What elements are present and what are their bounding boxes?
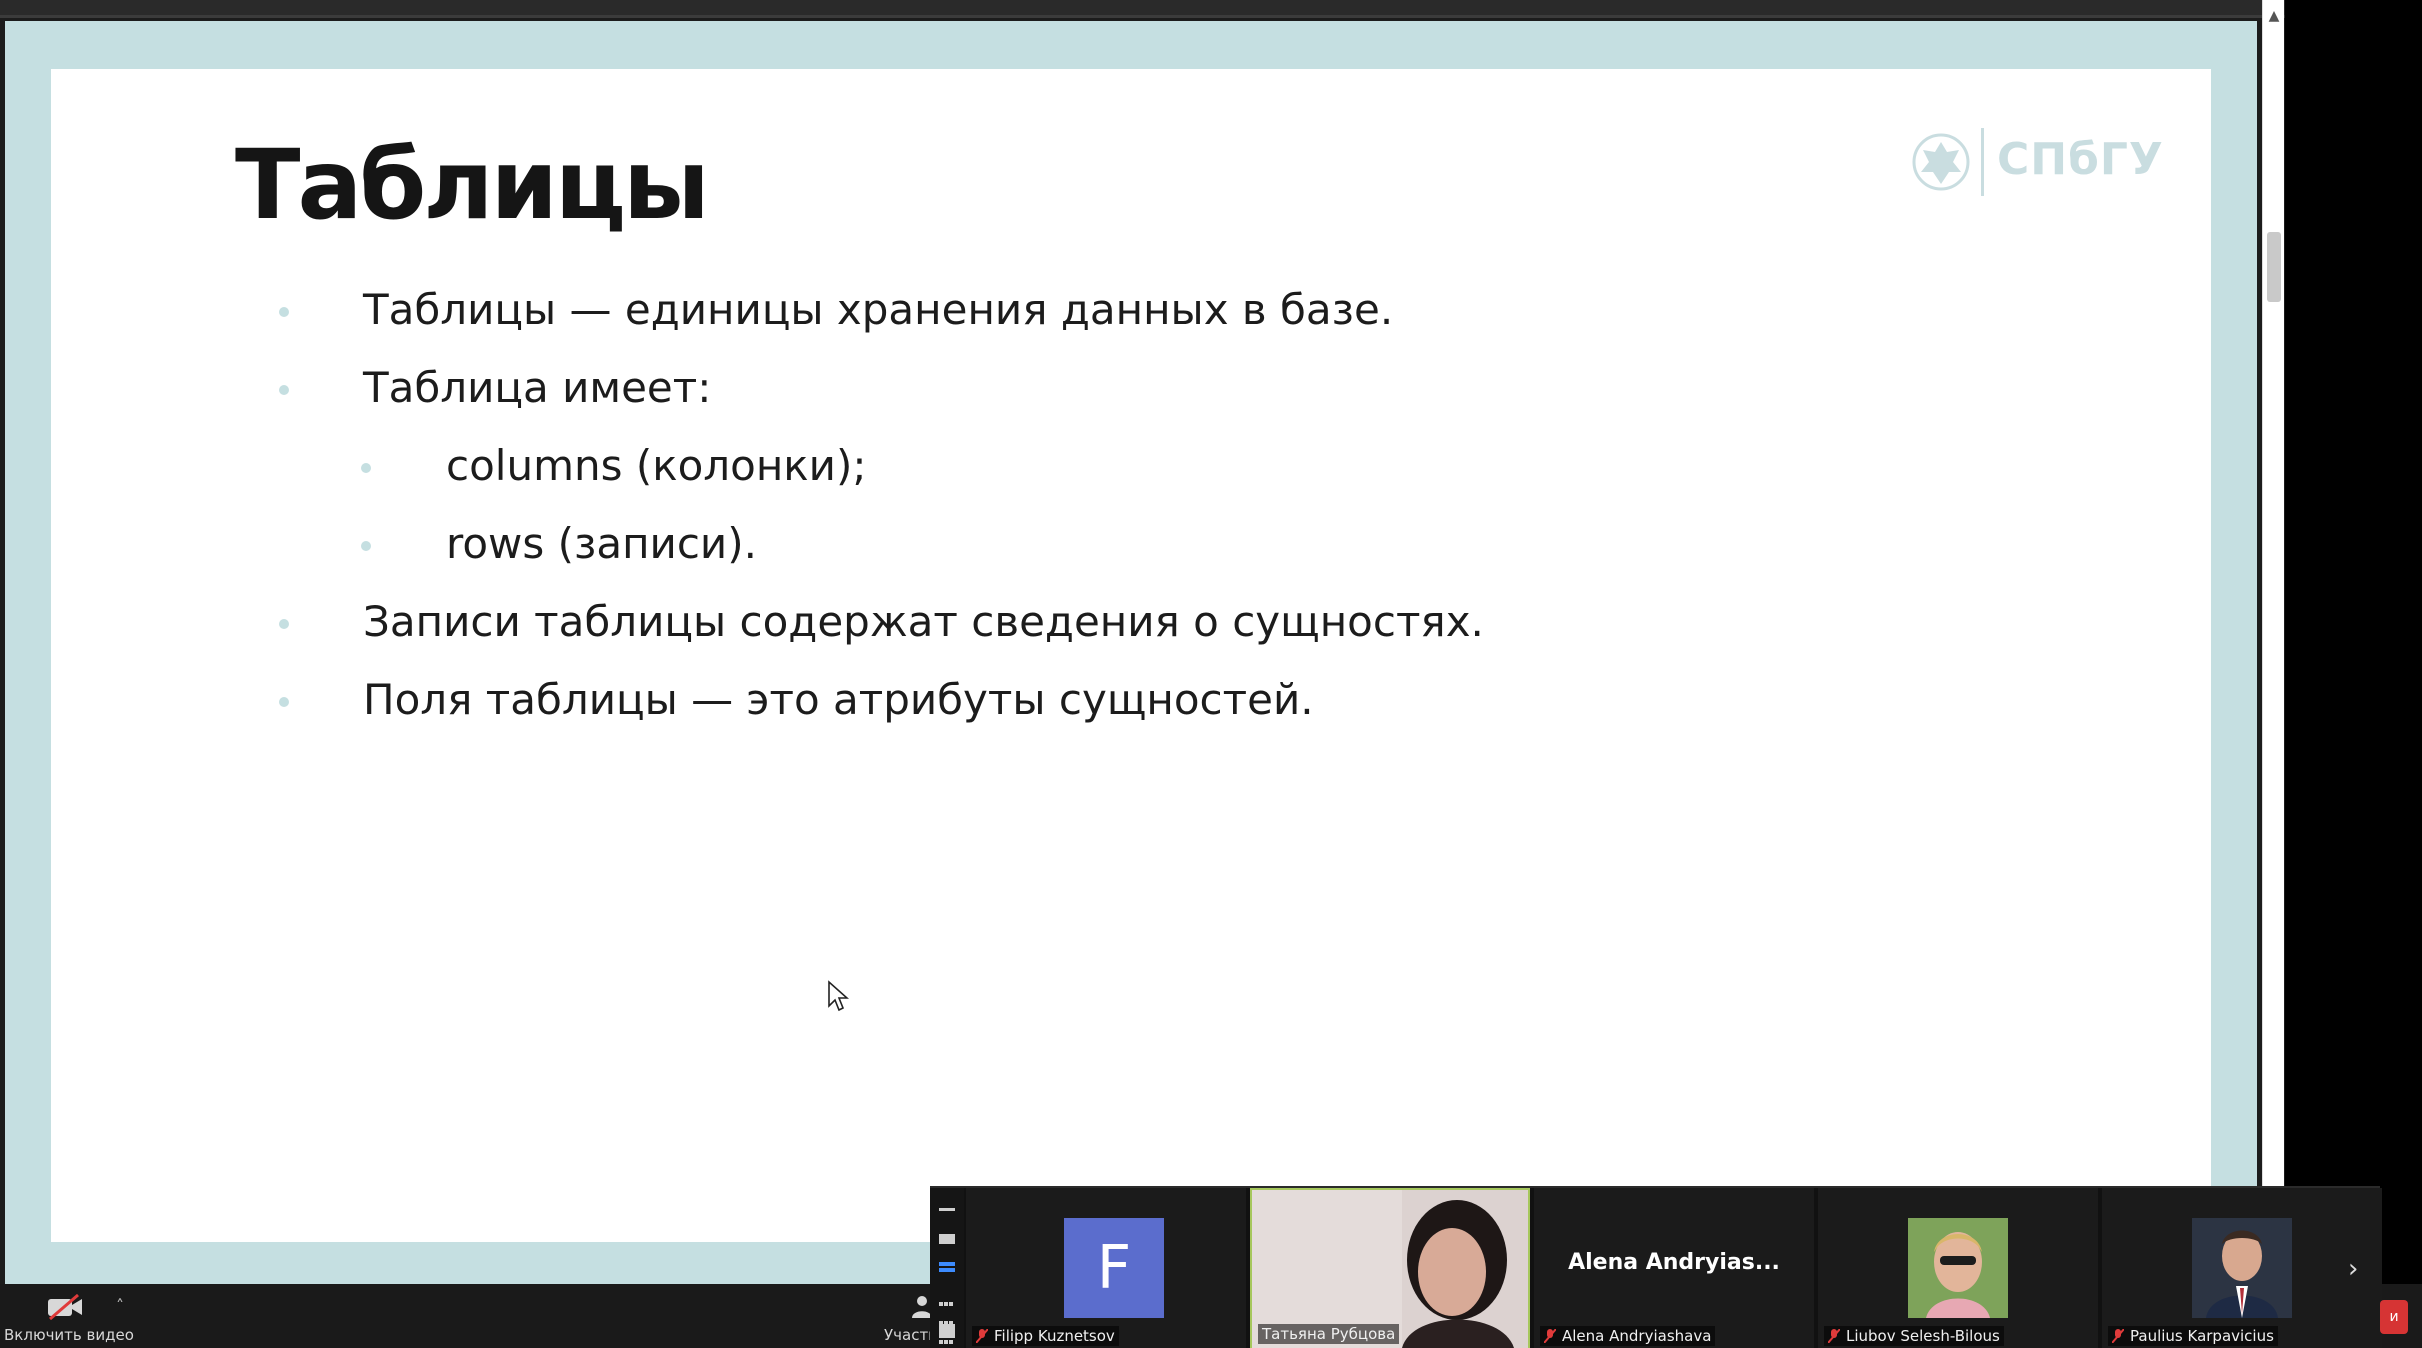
- bullet-text: Поля таблицы — это атрибуты сущностей.: [363, 675, 1314, 724]
- screen-share-area: Таблицы СПбГУ Таблицы — единицы хранения…: [5, 21, 2257, 1284]
- participant-display-name: Alena Andryias...: [1568, 1250, 1780, 1275]
- participant-name: Filipp Kuznetsov: [994, 1327, 1115, 1345]
- participant-name: Татьяна Рубцова: [1262, 1325, 1396, 1343]
- scroll-up-icon[interactable]: ▲: [2263, 6, 2285, 26]
- mic-muted-icon: [2112, 1329, 2124, 1343]
- bullet-text: rows (записи).: [446, 519, 757, 568]
- bullet-dot-icon: [279, 619, 289, 629]
- participant-name-label: Татьяна Рубцова: [1258, 1324, 1400, 1344]
- share-view-icon[interactable]: [939, 1324, 955, 1338]
- participant-photo: [2192, 1218, 2292, 1318]
- eagle-emblem-icon: [1912, 133, 1970, 191]
- top-strip: [0, 0, 2285, 18]
- participant-photo: [1908, 1218, 2008, 1318]
- participant-tile-active-speaker[interactable]: Татьяна Рубцова: [1250, 1188, 1530, 1348]
- participant-name: Alena Andryiashava: [1562, 1327, 1712, 1345]
- logo-separator: [1981, 128, 1984, 196]
- participant-tile[interactable]: F Filipp Kuznetsov: [966, 1188, 1246, 1348]
- minimize-icon[interactable]: [939, 1208, 955, 1211]
- strip-view-icon[interactable]: [939, 1262, 955, 1276]
- participant-name-label: Alena Andryiashava: [1540, 1326, 1716, 1346]
- mic-muted-icon: [1544, 1329, 1556, 1343]
- video-button-label: Включить видео: [4, 1326, 134, 1344]
- speaker-view-icon[interactable]: [939, 1234, 955, 1244]
- view-switcher[interactable]: [930, 1188, 964, 1348]
- mic-muted-icon: [976, 1329, 988, 1343]
- right-black-area: [2285, 0, 2422, 1348]
- start-video-button[interactable]: Включить видео: [4, 1290, 134, 1346]
- bullet-dot-icon: [361, 463, 371, 473]
- participant-tile[interactable]: Alena Andryias... Alena Andryiashava: [1534, 1188, 1814, 1348]
- participant-name: Liubov Selesh-Bilous: [1846, 1327, 2000, 1345]
- participant-name-label: Filipp Kuznetsov: [972, 1326, 1119, 1346]
- logo-text: СПбГУ: [1997, 134, 2164, 185]
- participants-button[interactable]: Участн: [884, 1292, 938, 1344]
- bullet-text: Таблицы — единицы хранения данных в базе…: [363, 285, 1394, 334]
- participant-name-label: Paulius Karpavicius: [2108, 1326, 2278, 1346]
- participant-name: Paulius Karpavicius: [2130, 1327, 2274, 1345]
- bullet-dot-icon: [361, 541, 371, 551]
- bullet-dot-icon: [279, 385, 289, 395]
- video-off-icon: [48, 1294, 82, 1320]
- zoom-meeting-window: Таблицы СПбГУ Таблицы — единицы хранения…: [0, 0, 2422, 1348]
- slide-title: Таблицы: [235, 129, 710, 241]
- mouse-cursor-icon: [828, 980, 849, 1012]
- bullet-dot-icon: [279, 697, 289, 707]
- gallery-view-icon[interactable]: [939, 1292, 955, 1344]
- university-logo: СПбГУ: [1911, 124, 2163, 204]
- participant-name-label: Liubov Selesh-Bilous: [1824, 1326, 2004, 1346]
- bullet-text: Таблица имеет:: [363, 363, 712, 412]
- vertical-scrollbar[interactable]: ▲: [2262, 0, 2284, 1186]
- participant-tile[interactable]: Paulius Karpavicius: [2102, 1188, 2382, 1348]
- avatar: F: [1064, 1218, 1164, 1318]
- chevron-right-icon[interactable]: ›: [2348, 1254, 2358, 1284]
- bullet-text: Записи таблицы содержат сведения о сущно…: [363, 597, 1484, 646]
- video-gallery-strip: F Filipp Kuznetsov Татьяна Рубцова Alena…: [930, 1186, 2382, 1348]
- bullet-text: columns (колонки);: [446, 441, 867, 490]
- mic-muted-icon: [1828, 1329, 1840, 1343]
- chevron-up-icon[interactable]: ˄: [116, 1296, 124, 1315]
- presentation-slide: Таблицы СПбГУ Таблицы — единицы хранения…: [51, 69, 2211, 1242]
- notification-badge[interactable]: и: [2380, 1300, 2408, 1334]
- scroll-thumb[interactable]: [2267, 232, 2281, 302]
- participant-tile[interactable]: Liubov Selesh-Bilous: [1818, 1188, 2098, 1348]
- bullet-dot-icon: [279, 307, 289, 317]
